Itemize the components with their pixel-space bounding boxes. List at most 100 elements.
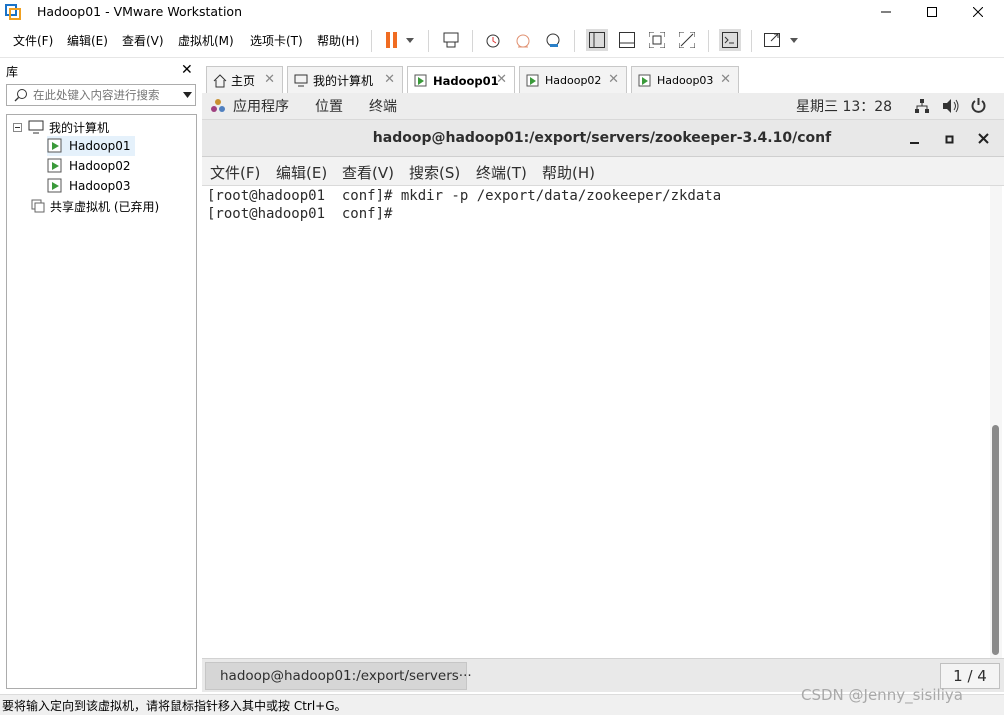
home-icon <box>213 73 227 87</box>
library-search-input[interactable] <box>33 87 173 103</box>
toolbar-separator <box>428 30 429 52</box>
terminal-line: [root@hadoop01 conf]# mkdir -p /export/d… <box>207 188 722 204</box>
network-icon[interactable] <box>914 98 930 117</box>
tree-item-label: Hadoop02 <box>69 159 131 173</box>
sidebar-toggle-icon[interactable] <box>586 29 608 51</box>
snapshot-icon[interactable] <box>482 29 504 51</box>
toolbar-separator <box>708 30 709 52</box>
toolbar-separator <box>574 30 575 52</box>
terminal-maximize-icon[interactable] <box>945 133 955 147</box>
shared-vm-icon <box>31 199 45 213</box>
guest-menu-places[interactable]: 位置 <box>315 96 343 116</box>
vm-running-icon <box>526 74 539 86</box>
terminal-menu-edit[interactable]: 编辑(E) <box>276 162 327 183</box>
vm-running-icon <box>47 138 62 153</box>
chevron-down-icon[interactable] <box>787 29 801 51</box>
tab-label: 主页 <box>231 74 256 88</box>
terminal-menu-view[interactable]: 查看(V) <box>342 162 394 183</box>
tab-home[interactable]: 主页 ✕ <box>206 66 283 94</box>
terminal-close-icon[interactable] <box>978 133 989 147</box>
guest-menu-terminal[interactable]: 终端 <box>369 96 397 116</box>
send-keys-icon[interactable] <box>440 29 462 51</box>
terminal-line: [root@hadoop01 conf]# <box>207 206 401 222</box>
search-icon <box>14 89 27 102</box>
menu-view[interactable]: 查看(V) <box>122 32 164 49</box>
applications-icon <box>210 98 226 117</box>
menu-help[interactable]: 帮助(H) <box>317 32 359 49</box>
library-tree: 我的计算机 Hadoop01 Hadoop02 Hadoop03 共享虚拟机 (… <box>6 114 197 689</box>
terminal-menu-search[interactable]: 搜索(S) <box>409 162 460 183</box>
toolbar-separator <box>472 30 473 52</box>
computer-icon <box>28 120 44 134</box>
menu-file[interactable]: 文件(F) <box>13 32 53 49</box>
chevron-down-icon[interactable] <box>183 92 192 98</box>
pause-icon[interactable] <box>381 29 403 51</box>
maximize-button[interactable] <box>909 0 955 24</box>
close-window-button[interactable] <box>955 0 1001 24</box>
revert-snapshot-icon[interactable] <box>512 29 534 51</box>
tab-hadoop02[interactable]: Hadoop02 ✕ <box>519 66 627 94</box>
tree-item-label: 我的计算机 <box>49 120 110 135</box>
tab-hadoop03[interactable]: Hadoop03 ✕ <box>631 66 739 94</box>
close-tab-icon[interactable]: ✕ <box>496 72 507 87</box>
terminal-scrollbar-thumb[interactable] <box>992 425 999 655</box>
tree-item-label: Hadoop01 <box>69 139 131 153</box>
terminal-minimize-icon[interactable] <box>910 134 920 148</box>
tree-item-hadoop02[interactable]: Hadoop02 <box>47 156 131 176</box>
terminal-menu-help[interactable]: 帮助(H) <box>542 162 595 183</box>
menu-vm[interactable]: 虚拟机(M) <box>178 32 234 49</box>
menu-edit[interactable]: 编辑(E) <box>67 32 108 49</box>
unity-mode-icon[interactable] <box>676 29 698 51</box>
terminal-menu-file[interactable]: 文件(F) <box>210 162 260 183</box>
tree-item-my-computer[interactable]: 我的计算机 <box>13 117 109 137</box>
thumbnail-bar-icon[interactable] <box>616 29 638 51</box>
status-message: 要将输入定向到该虚拟机，请将鼠标指针移入其中或按 Ctrl+G。 <box>2 699 347 713</box>
minimize-button[interactable] <box>863 0 909 24</box>
guest-menu-applications[interactable]: 应用程序 <box>233 96 289 116</box>
snapshot-manager-icon[interactable] <box>542 29 564 51</box>
computer-icon <box>294 74 308 87</box>
close-tab-icon[interactable]: ✕ <box>264 72 275 87</box>
tab-hadoop01[interactable]: Hadoop01 ✕ <box>407 66 515 95</box>
power-icon[interactable] <box>970 97 987 117</box>
close-library-icon[interactable]: ✕ <box>181 62 193 78</box>
tree-item-label: Hadoop03 <box>69 179 131 193</box>
close-tab-icon[interactable]: ✕ <box>720 72 731 87</box>
volume-icon[interactable] <box>942 98 960 117</box>
collapse-icon[interactable] <box>13 122 22 132</box>
toolbar-separator <box>371 30 372 52</box>
close-tab-icon[interactable]: ✕ <box>608 72 619 87</box>
terminal-title-bar: hadoop@hadoop01:/export/servers/zookeepe… <box>202 120 1004 157</box>
library-title: 库 <box>6 65 19 79</box>
full-screen-icon[interactable] <box>646 29 668 51</box>
tree-item-hadoop01[interactable]: Hadoop01 <box>47 136 135 156</box>
tree-item-hadoop03[interactable]: Hadoop03 <box>47 176 131 196</box>
console-view-icon[interactable] <box>719 29 741 51</box>
tree-item-label: 共享虚拟机 (已弃用) <box>50 199 160 214</box>
vmware-logo-icon <box>5 4 21 20</box>
vm-running-icon <box>414 74 427 87</box>
vm-running-icon <box>638 74 651 86</box>
tab-label: Hadoop03 <box>657 74 714 87</box>
guest-clock[interactable]: 星期三 13：28 <box>796 96 892 116</box>
terminal-menu-terminal[interactable]: 终端(T) <box>476 162 527 183</box>
tab-my-computer[interactable]: 我的计算机 ✕ <box>287 66 403 94</box>
tab-label: Hadoop01 <box>433 74 499 88</box>
watermark: CSDN @Jenny_sisiliya <box>801 686 963 704</box>
terminal-window-title: hadoop@hadoop01:/export/servers/zookeepe… <box>372 130 832 146</box>
chevron-down-icon[interactable] <box>403 29 417 51</box>
vm-running-icon <box>47 158 62 173</box>
toolbar-separator <box>751 30 752 52</box>
window-list-item-terminal[interactable]: hadoop@hadoop01:/export/servers··· <box>205 662 472 690</box>
tree-item-shared-vms[interactable]: 共享虚拟机 (已弃用) <box>31 196 159 216</box>
window-title: Hadoop01 - VMware Workstation <box>37 4 243 19</box>
close-tab-icon[interactable]: ✕ <box>384 72 395 87</box>
library-search-box[interactable] <box>6 84 196 106</box>
tab-label: Hadoop02 <box>545 74 602 87</box>
vm-running-icon <box>47 178 62 193</box>
window-list-label: hadoop@hadoop01:/export/servers··· <box>220 668 472 684</box>
stretch-guest-icon[interactable] <box>762 29 784 51</box>
terminal-output[interactable]: [root@hadoop01 conf]# mkdir -p /export/d… <box>202 186 990 658</box>
tab-label: 我的计算机 <box>313 74 374 88</box>
menu-tabs[interactable]: 选项卡(T) <box>250 32 303 49</box>
